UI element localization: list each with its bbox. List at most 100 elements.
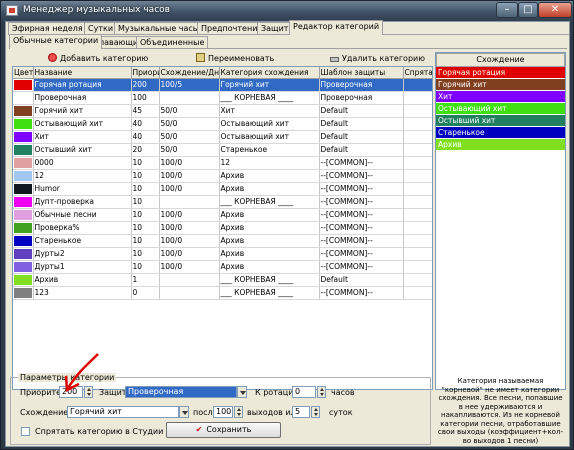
cell-convergence-category: ___ КОРНЕВАЯ ____ bbox=[219, 273, 320, 287]
column-header-convergence-category[interactable]: Категория схождения bbox=[219, 67, 320, 79]
table-row[interactable]: Горячая ротация 200 100/5 Горячий хит Провер… bbox=[13, 78, 432, 92]
cell-convergence: 50/0 bbox=[159, 130, 220, 144]
tab-category-editor[interactable]: Редактор категорий bbox=[289, 20, 384, 35]
table-row[interactable]: Старенькое 10 100/0 Архив --[COMMON]-- bbox=[13, 234, 432, 248]
title-bar[interactable]: Менеджер музыкальных часов – □ ✕ bbox=[1, 1, 573, 21]
table-row[interactable]: Дурты2 10 100/0 Архив --[COMMON]-- bbox=[13, 247, 432, 261]
column-header-name[interactable]: Название bbox=[33, 67, 132, 79]
main-panel: Эфирная неделя Сутки Музыкальные часы Пр… bbox=[5, 20, 570, 447]
color-swatch bbox=[14, 196, 32, 207]
minimize-button[interactable]: – bbox=[496, 2, 518, 18]
cell-convergence-category: ___ КОРНЕВАЯ ____ bbox=[219, 195, 320, 209]
priority-input[interactable]: 200 bbox=[59, 386, 83, 398]
table-row[interactable]: Остывающий хит 40 50/0 Остывающий хит Defaul… bbox=[13, 117, 432, 131]
convergence-dropdown-button[interactable] bbox=[179, 406, 189, 418]
cell-convergence: 50/0 bbox=[159, 143, 220, 157]
color-swatch-cell bbox=[13, 234, 34, 248]
root-category-info: Категория называемая "корневой" не имеет… bbox=[438, 377, 563, 445]
color-swatch-cell bbox=[13, 130, 34, 144]
protection-dropdown-button[interactable] bbox=[237, 386, 247, 398]
convergence-list-item[interactable]: Горячая ротация bbox=[436, 67, 565, 79]
table-row[interactable]: Дупт-проверка 10 ___ КОРНЕВАЯ ____ --[COMMO… bbox=[13, 195, 432, 209]
delete-category-button[interactable]: Удалить категорию bbox=[330, 52, 425, 66]
cell-convergence: 100/0 bbox=[159, 234, 220, 248]
table-row[interactable]: Дурты1 10 100/0 Архив --[COMMON]-- bbox=[13, 260, 432, 274]
column-header-protection-template[interactable]: Шаблон защиты bbox=[319, 67, 404, 79]
cell-name: 0000 bbox=[33, 156, 132, 170]
column-header-hidden[interactable]: Спрятан bbox=[403, 67, 432, 79]
color-swatch bbox=[14, 222, 32, 233]
after-spinner[interactable] bbox=[234, 406, 243, 418]
maximize-button[interactable]: □ bbox=[518, 2, 538, 18]
convergence-list-item[interactable]: Горячий хит bbox=[436, 79, 565, 91]
days-spinner[interactable] bbox=[311, 406, 320, 418]
table-row[interactable]: 123 0 ___ КОРНЕВАЯ ____ --[COMMON]-- bbox=[13, 286, 432, 300]
rename-button[interactable]: Переименовать bbox=[196, 52, 274, 66]
table-row[interactable]: Проверка% 10 100/0 Архив --[COMMON]-- bbox=[13, 221, 432, 235]
convergence-list-item[interactable]: Хит bbox=[436, 91, 565, 103]
params-title: Параметры категории bbox=[18, 373, 117, 382]
table-row[interactable]: Хит 40 50/0 Остывающий хит Default bbox=[13, 130, 432, 144]
cell-priority: 0 bbox=[131, 286, 160, 300]
column-header-color[interactable]: Цвет bbox=[13, 67, 34, 79]
convergence-list-item[interactable]: Остывающий хит bbox=[436, 103, 565, 115]
table-row[interactable]: Горячий хит 45 50/0 Хит Default bbox=[13, 104, 432, 118]
table-row[interactable]: 0000 10 100/0 12 --[COMMON]-- bbox=[13, 156, 432, 170]
cell-convergence-category: Архив bbox=[219, 169, 320, 183]
table-row[interactable]: Архив 1 ___ КОРНЕВАЯ ____ Default bbox=[13, 273, 432, 287]
save-button[interactable]: ✔ Сохранить bbox=[166, 422, 281, 438]
cell-name: Humor bbox=[33, 182, 132, 196]
cell-name: Архив bbox=[33, 273, 132, 287]
convergence-list[interactable]: Схождение Горячая ротация Горячий хит Хит О… bbox=[435, 52, 566, 390]
convergence-list-item[interactable]: Старенькое bbox=[436, 127, 565, 139]
after-input[interactable]: 100 bbox=[213, 406, 233, 418]
days-input[interactable]: 5 bbox=[292, 406, 310, 418]
table-row[interactable]: 12 10 100/0 Архив --[COMMON]-- bbox=[13, 169, 432, 183]
cell-name: Хит bbox=[33, 130, 132, 144]
column-header-priority[interactable]: Приори-т bbox=[131, 67, 160, 79]
cell-protection-template: --[COMMON]-- bbox=[319, 156, 404, 170]
column-header-convergence[interactable]: Схождение/Дней bbox=[159, 67, 220, 79]
cell-convergence bbox=[159, 195, 220, 209]
table-row[interactable]: Обычные песни 10 100/0 Архив --[COMMON]-- bbox=[13, 208, 432, 222]
cell-convergence-category: Хит bbox=[219, 104, 320, 118]
cell-convergence: 100/0 bbox=[159, 169, 220, 183]
color-swatch-cell bbox=[13, 143, 34, 157]
cell-protection-template: --[COMMON]-- bbox=[319, 247, 404, 261]
cell-priority: 10 bbox=[131, 221, 160, 235]
cell-convergence bbox=[159, 286, 220, 300]
cell-priority: 40 bbox=[131, 117, 160, 131]
color-swatch bbox=[14, 131, 32, 142]
priority-spinner[interactable] bbox=[84, 386, 93, 398]
tab-regular-categories[interactable]: Обычные категории bbox=[9, 34, 103, 49]
convergence-select[interactable]: Горячий хит bbox=[67, 406, 179, 418]
days-unit-label: суток bbox=[329, 408, 353, 417]
rotation-spinner[interactable] bbox=[317, 386, 326, 398]
color-swatch bbox=[14, 157, 32, 168]
convergence-list-item[interactable]: Архив bbox=[436, 139, 565, 151]
cell-name: Проверка% bbox=[33, 221, 132, 235]
cell-convergence-category: Остывающий хит bbox=[219, 130, 320, 144]
cell-convergence: 100/0 bbox=[159, 260, 220, 274]
categories-table[interactable]: Цвет Название Приори-т Схождение/Дней Ка… bbox=[12, 66, 433, 390]
color-swatch bbox=[14, 183, 32, 194]
cell-convergence: 100/0 bbox=[159, 208, 220, 222]
close-button[interactable]: ✕ bbox=[538, 2, 572, 18]
category-params-group: Параметры категории Приоритет 200 Защита… bbox=[10, 373, 431, 445]
protection-select[interactable]: Проверочная bbox=[125, 386, 237, 398]
hide-in-studio-checkbox[interactable] bbox=[21, 427, 30, 436]
cell-priority: 200 bbox=[131, 78, 160, 92]
rotation-input[interactable]: 0 bbox=[292, 386, 316, 398]
cell-hidden bbox=[403, 143, 432, 157]
table-row[interactable]: Остывший хит 20 50/0 Старенькое Default bbox=[13, 143, 432, 157]
table-row[interactable]: Проверочная 100 ___ КОРНЕВАЯ ____ Проверочн… bbox=[13, 91, 432, 105]
color-swatch bbox=[14, 144, 32, 155]
cell-convergence: 100/0 bbox=[159, 182, 220, 196]
convergence-list-item[interactable]: Остывший хит bbox=[436, 115, 565, 127]
add-category-button[interactable]: Добавить категорию bbox=[48, 52, 148, 66]
table-row[interactable]: Humor 10 100/0 Архив --[COMMON]-- bbox=[13, 182, 432, 196]
cell-convergence-category: ___ КОРНЕВАЯ ____ bbox=[219, 286, 320, 300]
cell-hidden bbox=[403, 260, 432, 274]
color-swatch-cell bbox=[13, 104, 34, 118]
cell-protection-template: --[COMMON]-- bbox=[319, 208, 404, 222]
